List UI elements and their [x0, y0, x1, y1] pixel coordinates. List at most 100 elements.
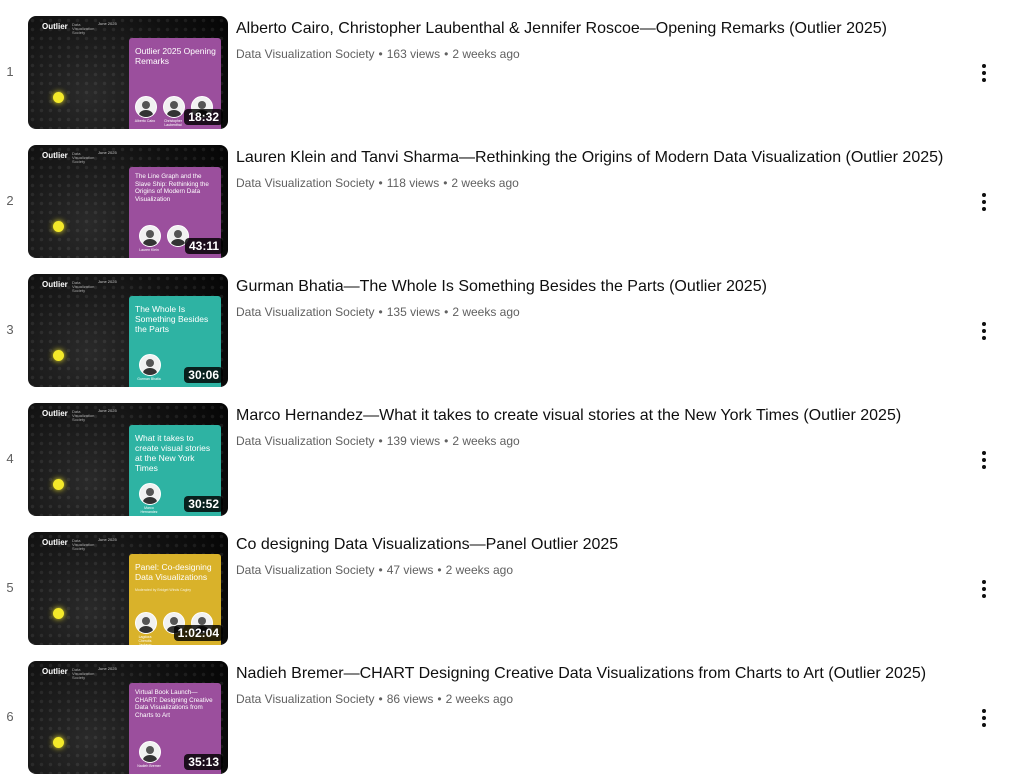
outlier-logo: Outlier	[42, 667, 68, 676]
thumbnail-title: Virtual Book Launch— CHART: Designing Cr…	[135, 689, 213, 719]
video-title-link[interactable]: Nadieh Bremer—CHART Designing Creative D…	[236, 663, 926, 684]
speaker-name: Alberto Cairo	[134, 119, 156, 123]
outlier-logo: Outlier	[42, 151, 68, 160]
channel-link[interactable]: Data Visualization Society	[236, 692, 375, 706]
video-metadata: Data Visualization Society • 86 views • 2 we…	[236, 692, 513, 706]
video-duration: 18:32	[184, 109, 223, 125]
video-index: 4	[6, 451, 14, 466]
thumbnail-title: The Line Graph and the Slave Ship: Rethi…	[135, 173, 209, 203]
thumbnail-title: The Whole Is Something Besides the Parts	[135, 304, 209, 334]
video-row[interactable]: 5 Outlier Data Visualization Society Jun…	[0, 532, 1014, 647]
meta-separator: •	[444, 47, 449, 61]
video-title-link[interactable]: Lauren Klein and Tanvi Sharma—Rethinking…	[236, 147, 943, 168]
thumbnail-subtitle: Moderated by Bridget Winds Cagley	[135, 588, 192, 592]
speaker-avatar	[135, 96, 157, 118]
channel-link[interactable]: Data Visualization Society	[236, 563, 375, 577]
video-title-link[interactable]: Marco Hernandez—What it takes to create …	[236, 405, 901, 426]
upload-age: 2 weeks ago	[452, 434, 520, 448]
dvs-logo-text: Data Visualization Society	[72, 409, 95, 422]
meta-separator: •	[437, 563, 442, 577]
view-count: 139 views	[386, 434, 441, 448]
video-index: 3	[6, 322, 14, 337]
outlier-logo: Outlier	[42, 538, 68, 547]
view-count: 47 views	[386, 563, 434, 577]
video-thumbnail[interactable]: Outlier Data Visualization Society June …	[28, 145, 228, 258]
highlight-dot	[53, 221, 64, 232]
upload-age: 2 weeks ago	[451, 176, 519, 190]
meta-separator: •	[378, 692, 383, 706]
speaker-avatar	[135, 612, 157, 634]
speaker-avatar	[139, 354, 161, 376]
video-thumbnail[interactable]: Outlier Data Visualization Society June …	[28, 274, 228, 387]
video-index: 6	[6, 709, 14, 724]
video-metadata: Data Visualization Society • 139 views • 2 w…	[236, 434, 520, 448]
channel-link[interactable]: Data Visualization Society	[236, 47, 375, 61]
meta-separator: •	[443, 176, 448, 190]
video-thumbnail[interactable]: Outlier Data Visualization Society June …	[28, 661, 228, 774]
event-date: June 2025	[98, 21, 117, 26]
channel-link[interactable]: Data Visualization Society	[236, 434, 375, 448]
thumbnail-title: What it takes to create visual stories a…	[135, 433, 211, 473]
speaker-name: Lauren Klein	[139, 248, 159, 252]
video-row[interactable]: 6 Outlier Data Visualization Society Jun…	[0, 661, 1014, 776]
speaker-name: Nadieh Bremer	[137, 764, 161, 768]
event-date: June 2025	[98, 666, 117, 671]
meta-separator: •	[378, 434, 383, 448]
more-vert-icon[interactable]	[972, 316, 996, 346]
highlight-dot	[53, 350, 64, 361]
upload-age: 2 weeks ago	[445, 563, 514, 577]
outlier-logo: Outlier	[42, 280, 68, 289]
more-vert-icon[interactable]	[972, 445, 996, 475]
outlier-logo: Outlier	[42, 409, 68, 418]
speaker-avatar	[139, 741, 161, 763]
view-count: 135 views	[386, 305, 441, 319]
highlight-dot	[53, 92, 64, 103]
thumbnail-title: Outlier 2025 Opening Remarks	[135, 46, 216, 66]
upload-age: 2 weeks ago	[452, 47, 520, 61]
video-row[interactable]: 1 Outlier Data Visualization Society Jun…	[0, 16, 1014, 131]
channel-link[interactable]: Data Visualization Society	[236, 176, 375, 190]
video-row[interactable]: 2 Outlier Data Visualization Society Jun…	[0, 145, 1014, 260]
video-title-link[interactable]: Gurman Bhatia—The Whole Is Something Bes…	[236, 276, 767, 297]
highlight-dot	[53, 479, 64, 490]
more-vert-icon[interactable]	[972, 703, 996, 733]
video-title-link[interactable]: Alberto Cairo, Christopher Laubenthal & …	[236, 18, 887, 39]
video-duration: 35:13	[184, 754, 223, 770]
video-metadata: Data Visualization Society • 118 views • 2 w…	[236, 176, 519, 190]
speaker-name: Gurman Bhatia	[137, 377, 161, 381]
video-metadata: Data Visualization Society • 135 views • 2 w…	[236, 305, 520, 319]
dvs-logo-text: Data Visualization Society	[72, 538, 95, 551]
meta-separator: •	[378, 563, 383, 577]
video-thumbnail[interactable]: Outlier Data Visualization Society June …	[28, 16, 228, 129]
view-count: 86 views	[386, 692, 434, 706]
video-duration: 30:52	[184, 496, 223, 512]
video-index: 2	[6, 193, 14, 208]
more-vert-icon[interactable]	[972, 574, 996, 604]
speaker-avatar	[139, 483, 161, 505]
video-thumbnail[interactable]: Outlier Data Visualization Society June …	[28, 403, 228, 516]
upload-age: 2 weeks ago	[445, 692, 514, 706]
more-vert-icon[interactable]	[972, 58, 996, 88]
video-metadata: Data Visualization Society • 47 views • 2 we…	[236, 563, 513, 577]
highlight-dot	[53, 608, 64, 619]
more-vert-icon[interactable]	[972, 187, 996, 217]
video-row[interactable]: 3 Outlier Data Visualization Society Jun…	[0, 274, 1014, 389]
video-index: 1	[6, 64, 14, 79]
highlight-dot	[53, 737, 64, 748]
video-title-link[interactable]: Co designing Data Visualizations—Panel O…	[236, 534, 618, 555]
speaker-avatar	[139, 225, 161, 247]
video-thumbnail[interactable]: Outlier Data Visualization Society June …	[28, 532, 228, 645]
thumbnail-title: Panel: Co-designing Data Visualizations	[135, 562, 212, 582]
video-metadata: Data Visualization Society • 163 views • 2 w…	[236, 47, 520, 61]
meta-separator: •	[437, 692, 442, 706]
speaker-name: Christopher Laubenthal	[163, 119, 183, 127]
event-date: June 2025	[98, 279, 117, 284]
channel-link[interactable]: Data Visualization Society	[236, 305, 375, 319]
video-duration: 1:02:04	[173, 625, 223, 641]
dvs-logo-text: Data Visualization Society	[72, 280, 95, 293]
upload-age: 2 weeks ago	[452, 305, 520, 319]
event-date: June 2025	[98, 408, 117, 413]
event-date: June 2025	[98, 150, 117, 155]
view-count: 163 views	[386, 47, 441, 61]
video-row[interactable]: 4 Outlier Data Visualization Society Jun…	[0, 403, 1014, 518]
